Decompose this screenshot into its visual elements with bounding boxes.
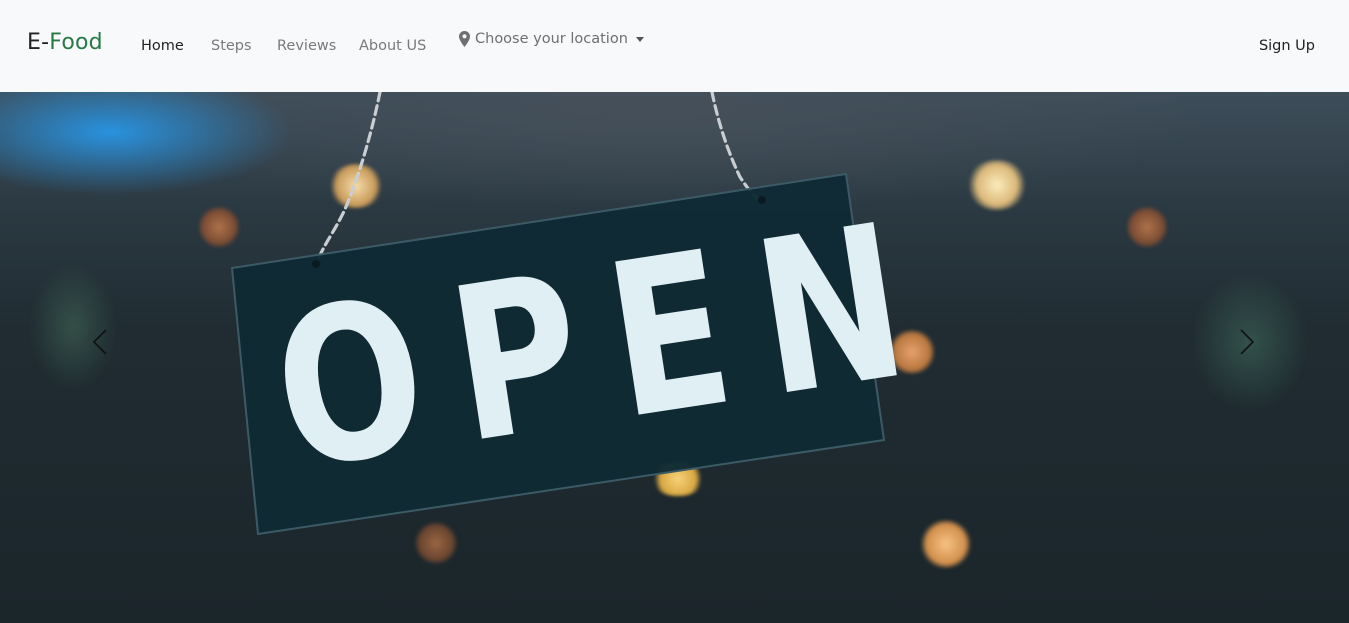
chevron-left-icon: [93, 329, 107, 355]
brand-name: Food: [49, 30, 103, 55]
nav-reviews-link[interactable]: Reviews: [277, 37, 336, 55]
nav-steps-link[interactable]: Steps: [211, 37, 252, 55]
hero-carousel: OPEN: [0, 92, 1349, 623]
open-sign-text: OPEN: [260, 173, 953, 518]
open-sign: OPEN: [230, 172, 954, 536]
carousel-next-button[interactable]: [1227, 322, 1267, 362]
sign-up-link[interactable]: Sign Up: [1259, 37, 1315, 55]
nav-home-link[interactable]: Home: [141, 37, 184, 55]
nav-about-link[interactable]: About US: [359, 37, 426, 55]
map-marker-icon: [459, 31, 470, 47]
brand-prefix: E-: [27, 30, 50, 55]
carousel-prev-button[interactable]: [80, 322, 120, 362]
caret-down-icon: [635, 37, 644, 42]
location-dropdown[interactable]: Choose your location: [459, 29, 644, 49]
open-sign-image: OPEN: [230, 92, 954, 536]
brand-logo[interactable]: E-Food: [27, 29, 103, 57]
location-label: Choose your location: [475, 31, 628, 47]
chevron-right-icon: [1240, 329, 1254, 355]
navbar: E-Food Home Steps Reviews About US Choos…: [0, 0, 1349, 92]
